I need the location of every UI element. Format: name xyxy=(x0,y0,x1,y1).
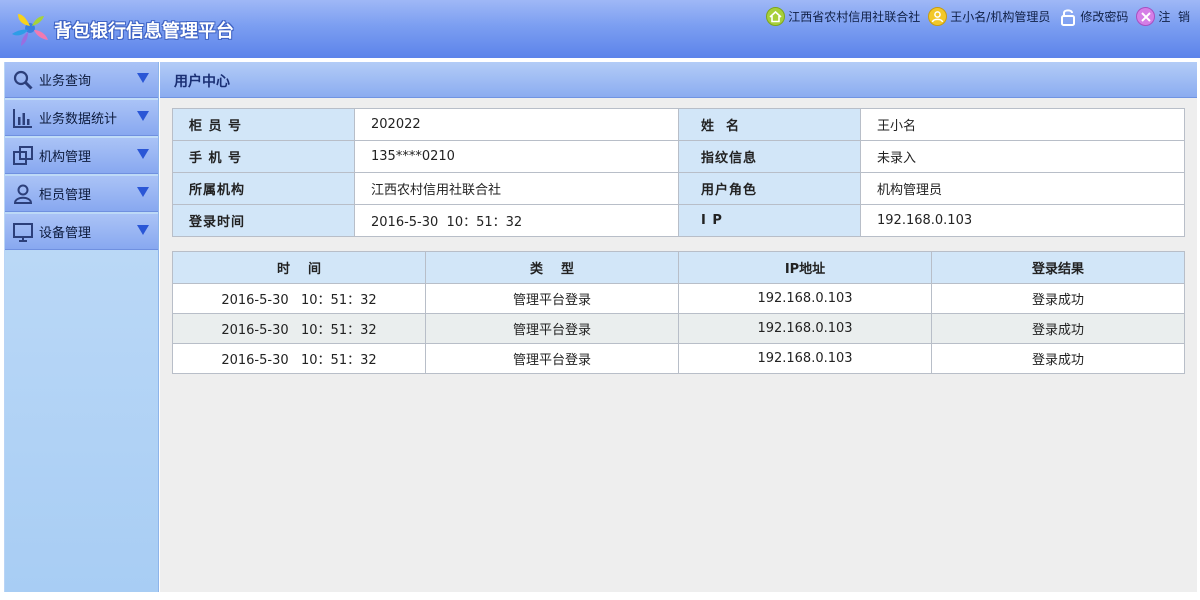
table-row: 2016-5-30 10：51：32 管理平台登录 192.168.0.103 … xyxy=(172,313,1185,344)
logout-icon xyxy=(1136,7,1156,26)
log-type-cell: 管理平台登录 xyxy=(425,313,679,344)
log-ip-cell: 192.168.0.103 xyxy=(678,343,932,374)
logo-icon xyxy=(12,14,48,46)
change-password-label: 修改密码 xyxy=(1080,10,1129,24)
log-time-cell: 2016-5-30 10：51：32 xyxy=(172,313,426,344)
log-time-cell: 2016-5-30 10：51：32 xyxy=(172,343,426,374)
role-label: 用户角色 xyxy=(678,172,861,205)
section-title: 用户中心 xyxy=(174,74,230,90)
bar-chart-icon xyxy=(12,107,34,129)
log-result-cell: 登录成功 xyxy=(931,283,1185,314)
ip-label: I P xyxy=(678,204,861,237)
org-link-label: 江西省农村信用社联合社 xyxy=(788,10,921,24)
section-header: 用户中心 xyxy=(160,62,1197,98)
info-row: 柜 员 号 202022 姓 名 王小名 xyxy=(172,108,1185,141)
sidebar-item-device[interactable]: 设备管理 xyxy=(5,214,158,250)
top-links: 江西省农村信用社联合社 王小名/机构管理员 修改密码 注 销 xyxy=(758,7,1190,26)
user-link-label: 王小名/机构管理员 xyxy=(950,10,1051,24)
teller-id-value: 202022 xyxy=(354,108,679,141)
sidebar-item-label: 机构管理 xyxy=(39,150,92,165)
user-icon xyxy=(928,7,948,26)
caret-down-icon xyxy=(137,187,149,197)
teller-id-label: 柜 员 号 xyxy=(172,108,355,141)
info-row: 手 机 号 135****0210 指纹信息 未录入 xyxy=(172,140,1185,173)
caret-down-icon xyxy=(137,149,149,159)
top-header: 背包银行信息管理平台 江西省农村信用社联合社 王小名/机构管理员 修改密码 注 … xyxy=(0,0,1200,58)
change-password-link[interactable]: 修改密码 xyxy=(1058,7,1128,26)
logout-link[interactable]: 注 销 xyxy=(1136,7,1190,26)
info-row: 所属机构 江西农村信用社联合社 用户角色 机构管理员 xyxy=(172,172,1185,205)
fingerprint-label: 指纹信息 xyxy=(678,140,861,173)
column-header-type: 类 型 xyxy=(425,251,679,284)
organization-icon xyxy=(12,145,34,167)
logout-label: 注 销 xyxy=(1158,10,1190,24)
caret-down-icon xyxy=(137,111,149,121)
sidebar-item-label: 设备管理 xyxy=(39,226,92,241)
sidebar-item-organization[interactable]: 机构管理 xyxy=(5,138,158,174)
log-result-cell: 登录成功 xyxy=(931,313,1185,344)
login-time-value: 2016-5-30 10：51：32 xyxy=(354,204,679,237)
sidebar: 业务查询 业务数据统计 机构管理 柜员管理 设备管理 xyxy=(4,62,159,592)
role-value: 机构管理员 xyxy=(860,172,1185,205)
log-ip-cell: 192.168.0.103 xyxy=(678,283,932,314)
sidebar-item-teller[interactable]: 柜员管理 xyxy=(5,176,158,212)
sidebar-item-statistics[interactable]: 业务数据统计 xyxy=(5,100,158,136)
caret-down-icon xyxy=(137,225,149,235)
column-header-time: 时 间 xyxy=(172,251,426,284)
table-header-row: 时 间 类 型 IP地址 登录结果 xyxy=(172,251,1185,284)
teller-icon xyxy=(12,183,34,205)
user-info-table: 柜 员 号 202022 姓 名 王小名 手 机 号 135****0210 指… xyxy=(172,108,1185,237)
log-time-cell: 2016-5-30 10：51：32 xyxy=(172,283,426,314)
log-type-cell: 管理平台登录 xyxy=(425,283,679,314)
login-time-label: 登录时间 xyxy=(172,204,355,237)
table-row: 2016-5-30 10：51：32 管理平台登录 192.168.0.103 … xyxy=(172,283,1185,314)
search-icon xyxy=(12,69,34,91)
table-row: 2016-5-30 10：51：32 管理平台登录 192.168.0.103 … xyxy=(172,343,1185,374)
home-icon xyxy=(766,7,786,26)
org-link[interactable]: 江西省农村信用社联合社 xyxy=(766,7,920,26)
phone-label: 手 机 号 xyxy=(172,140,355,173)
sidebar-item-label: 柜员管理 xyxy=(39,188,92,203)
login-log-table: 时 间 类 型 IP地址 登录结果 2016-5-30 10：51：32 管理平… xyxy=(172,251,1185,374)
caret-down-icon xyxy=(137,73,149,83)
log-type-cell: 管理平台登录 xyxy=(425,343,679,374)
name-label: 姓 名 xyxy=(678,108,861,141)
monitor-icon xyxy=(12,221,34,243)
ip-value: 192.168.0.103 xyxy=(860,204,1185,237)
fingerprint-value: 未录入 xyxy=(860,140,1185,173)
info-row: 登录时间 2016-5-30 10：51：32 I P 192.168.0.10… xyxy=(172,204,1185,237)
organization-value: 江西农村信用社联合社 xyxy=(354,172,679,205)
organization-label: 所属机构 xyxy=(172,172,355,205)
column-header-result: 登录结果 xyxy=(931,251,1185,284)
sidebar-item-business-query[interactable]: 业务查询 xyxy=(5,62,158,98)
name-value: 王小名 xyxy=(860,108,1185,141)
main-content: 用户中心 柜 员 号 202022 姓 名 王小名 手 机 号 135****0… xyxy=(160,62,1197,592)
phone-value: 135****0210 xyxy=(354,140,679,173)
sidebar-item-label: 业务查询 xyxy=(39,74,92,89)
log-result-cell: 登录成功 xyxy=(931,343,1185,374)
sidebar-item-label: 业务数据统计 xyxy=(39,112,118,127)
log-ip-cell: 192.168.0.103 xyxy=(678,313,932,344)
lock-icon xyxy=(1058,7,1077,26)
user-link[interactable]: 王小名/机构管理员 xyxy=(928,7,1050,26)
column-header-ip: IP地址 xyxy=(678,251,932,284)
app-title: 背包银行信息管理平台 xyxy=(54,21,234,42)
